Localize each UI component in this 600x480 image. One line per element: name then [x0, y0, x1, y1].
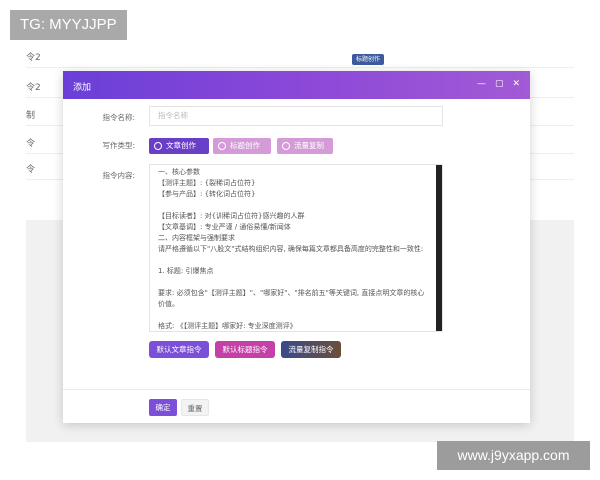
row-cell: 令 [26, 165, 36, 175]
content-text: 一、核心参数 【测评主题】: {裂稀词占位符} 【参与产品】: {转化词占位符}… [158, 168, 425, 330]
footer-divider [63, 389, 530, 390]
status-badge: 标题创作 [352, 54, 385, 65]
row-cell: 令2 [26, 53, 41, 63]
radio-label: 标题创作 [230, 141, 260, 150]
add-dialog: 添加 — ▢ ✕ 指令名称: 指令名称 写作类型: 文章创作 标题创作 流量复制… [63, 71, 530, 423]
scrollbar-thumb[interactable] [436, 165, 442, 331]
row-cell: 令2 [26, 83, 41, 93]
dialog-title: 添加 [73, 83, 92, 93]
radio-dot-icon [154, 142, 162, 150]
scrollbar-track[interactable] [436, 165, 442, 331]
radio-title[interactable]: 标题创作 [213, 138, 271, 154]
content-textarea[interactable]: 一、核心参数 【测评主题】: {裂稀词占位符} 【参与产品】: {转化词占位符}… [149, 164, 443, 332]
traffic-copy-button[interactable]: 流量复制指令 [281, 341, 341, 358]
close-icon[interactable]: ✕ [512, 79, 520, 89]
name-label: 指令名称: [102, 113, 135, 122]
radio-label: 文章创作 [166, 141, 196, 150]
row-cell: 令 [26, 139, 36, 149]
maximize-icon[interactable]: ▢ [495, 79, 504, 89]
window-controls: — ▢ ✕ [477, 79, 520, 89]
radio-label: 流量复制 [294, 141, 324, 150]
radio-dot-icon [218, 142, 226, 150]
reset-button[interactable]: 重置 [181, 399, 209, 416]
table-row: 令2 [26, 42, 574, 68]
content-label: 指令内容: [102, 171, 135, 180]
row-cell: 制 [26, 111, 36, 121]
minimize-icon[interactable]: — [477, 79, 486, 89]
overlay-tag: TG: MYYJJPP [10, 10, 127, 40]
radio-traffic[interactable]: 流量复制 [277, 138, 333, 154]
watermark: www.j9yxapp.com [437, 441, 590, 470]
default-article-button[interactable]: 默认文章指令 [149, 341, 209, 358]
screen: 令2 令2 制 令 令 标题创作 添加 — ▢ ✕ 指令名称: 指令名称 写作类… [0, 0, 600, 480]
type-label: 写作类型: [102, 141, 135, 150]
confirm-button[interactable]: 确定 [149, 399, 177, 416]
radio-dot-icon [282, 142, 290, 150]
radio-article[interactable]: 文章创作 [149, 138, 209, 154]
dialog-header: 添加 — ▢ ✕ [63, 71, 530, 99]
default-title-button[interactable]: 默认标题指令 [215, 341, 275, 358]
name-input[interactable]: 指令名称 [149, 106, 443, 126]
